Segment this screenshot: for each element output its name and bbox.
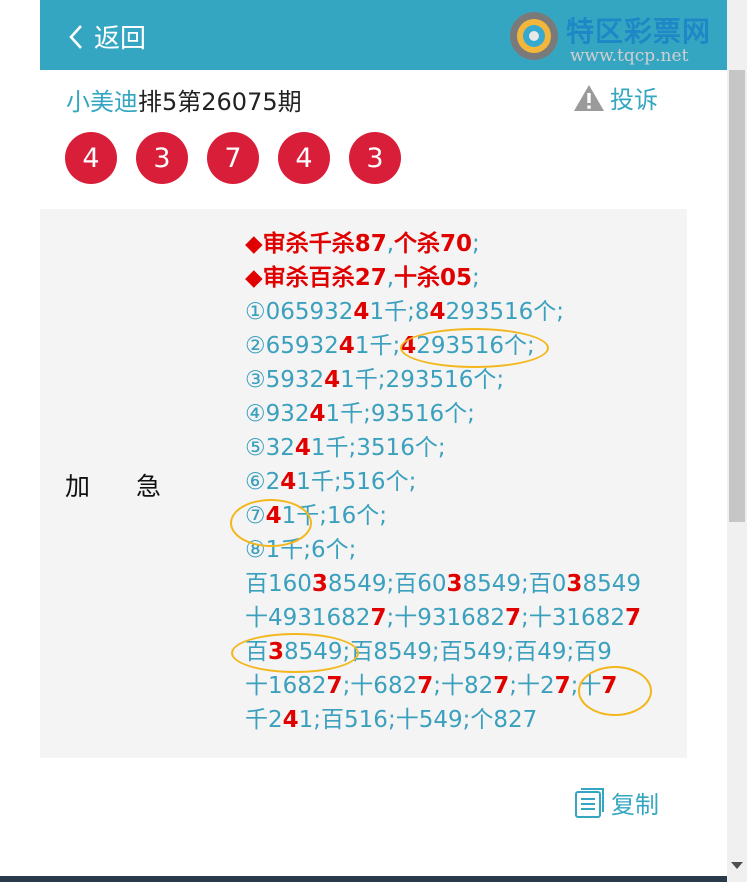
- number-ball: 7: [207, 132, 259, 184]
- scroll-down-arrow-icon[interactable]: [731, 862, 743, 869]
- logo-swirl-icon: [510, 12, 558, 60]
- report-button[interactable]: 投诉: [572, 80, 658, 115]
- prediction-line: 百16038549;百6038549;百038549: [245, 567, 685, 601]
- prediction-panel: 加急 ◆审杀千杀87,个杀70; ◆审杀百杀27,十杀05; ①06593241千;…: [40, 209, 687, 758]
- line-text: ;: [472, 265, 480, 291]
- line-text: 1千;8: [369, 299, 430, 325]
- highlight-digit: 4: [309, 401, 326, 427]
- line-text: 十杀05: [394, 265, 473, 291]
- issue-title: 排5第26075期: [138, 88, 302, 116]
- line-text: ,: [386, 265, 395, 291]
- line-text: 1;百516;十549;个827: [298, 707, 538, 733]
- highlight-digit: 4: [338, 333, 355, 359]
- number-ball: 3: [136, 132, 188, 184]
- highlight-digit: 7: [554, 673, 571, 699]
- copy-button[interactable]: 复制: [573, 785, 659, 820]
- line-text: ;十82: [433, 673, 494, 699]
- line-text: ;十2: [509, 673, 555, 699]
- chevron-left-icon: [69, 24, 82, 49]
- line-text: ;十682: [342, 673, 418, 699]
- line-text: 1千;: [354, 333, 401, 359]
- highlight-digit: 7: [417, 673, 434, 699]
- line-text: 1千;93516个;: [325, 401, 475, 427]
- line-text: 十1682: [245, 673, 327, 699]
- highlight-digit: 3: [311, 571, 328, 597]
- highlight-digit: 7: [370, 605, 387, 631]
- line-text: ⑤32: [245, 435, 295, 461]
- prediction-line: ⑥241千;516个;: [245, 465, 685, 499]
- scrollbar-thumb[interactable]: [729, 70, 745, 522]
- line-text: ;: [472, 231, 480, 257]
- report-label: 投诉: [610, 86, 658, 114]
- line-text: 293516个;: [445, 299, 565, 325]
- prediction-line: ◆审杀百杀27,十杀05;: [245, 261, 685, 295]
- highlight-digit: 4: [280, 469, 297, 495]
- highlight-digit: 3: [446, 571, 463, 597]
- line-text: 1千;3516个;: [310, 435, 446, 461]
- line-text: ④932: [245, 401, 310, 427]
- line-text: 1千;293516个;: [340, 367, 505, 393]
- logo-url: www.tqcp.net: [570, 46, 689, 66]
- highlight-digit: 7: [505, 605, 522, 631]
- highlight-digit: 4: [294, 435, 311, 461]
- line-text: ;十931682: [386, 605, 506, 631]
- number-ball: 4: [278, 132, 330, 184]
- highlight-digit: 4: [324, 367, 341, 393]
- line-text: 个杀70: [394, 231, 473, 257]
- highlight-digit: 7: [326, 673, 343, 699]
- site-logo: 特区彩票网 www.tqcp.net: [506, 6, 710, 66]
- line-text: ③5932: [245, 367, 325, 393]
- highlight-ring: [400, 328, 549, 368]
- logo-text: 特区彩票网: [566, 15, 712, 48]
- line-text: 十4931682: [245, 605, 371, 631]
- number-ball: 4: [65, 132, 117, 184]
- back-button[interactable]: 返回: [68, 18, 146, 55]
- line-text: ②65932: [245, 333, 339, 359]
- prediction-line: ⑤3241千;3516个;: [245, 431, 685, 465]
- highlight-ring: [578, 666, 652, 716]
- highlight-ring: [230, 499, 312, 547]
- copy-label: 复制: [611, 791, 659, 819]
- line-text: ◆审杀百杀27: [245, 265, 387, 291]
- highlight-digit: 7: [493, 673, 510, 699]
- line-text: 1千;516个;: [296, 469, 417, 495]
- line-text: ,: [386, 231, 395, 257]
- number-ball: 3: [349, 132, 401, 184]
- line-text: ◆审杀千杀87: [245, 231, 387, 257]
- prediction-line: ③593241千;293516个;: [245, 363, 685, 397]
- prediction-line: ④93241千;93516个;: [245, 397, 685, 431]
- author-link[interactable]: 小美迪: [66, 88, 138, 116]
- line-text: 千2: [245, 707, 283, 733]
- line-text: 百160: [245, 571, 312, 597]
- prediction-line: ①06593241千;84293516个;: [245, 295, 685, 329]
- highlight-digit: 3: [566, 571, 583, 597]
- copy-document-icon: [575, 787, 604, 818]
- entry-label: 加急: [65, 472, 208, 501]
- prediction-line: ⑧1千;6个;: [245, 533, 685, 567]
- warning-icon: [574, 84, 604, 111]
- bottom-edge: [0, 876, 727, 882]
- line-text: ⑥2: [245, 469, 281, 495]
- post-title: 小美迪排5第26075期: [66, 82, 302, 117]
- draw-numbers: 4 3 7 4 3: [65, 132, 420, 184]
- highlight-digit: 7: [624, 605, 641, 631]
- highlight-ring: [231, 633, 359, 673]
- line-text: 8549;百0: [462, 571, 567, 597]
- back-label: 返回: [94, 24, 147, 54]
- line-text: 8549;百60: [327, 571, 447, 597]
- line-text: ;十31682: [521, 605, 625, 631]
- line-text: ①065932: [245, 299, 354, 325]
- line-text: 8549: [582, 571, 641, 597]
- highlight-digit: 4: [282, 707, 299, 733]
- highlight-digit: 4: [429, 299, 446, 325]
- prediction-line: ◆审杀千杀87,个杀70;: [245, 227, 685, 261]
- highlight-digit: 4: [353, 299, 370, 325]
- prediction-line: 十49316827;十9316827;十316827: [245, 601, 685, 635]
